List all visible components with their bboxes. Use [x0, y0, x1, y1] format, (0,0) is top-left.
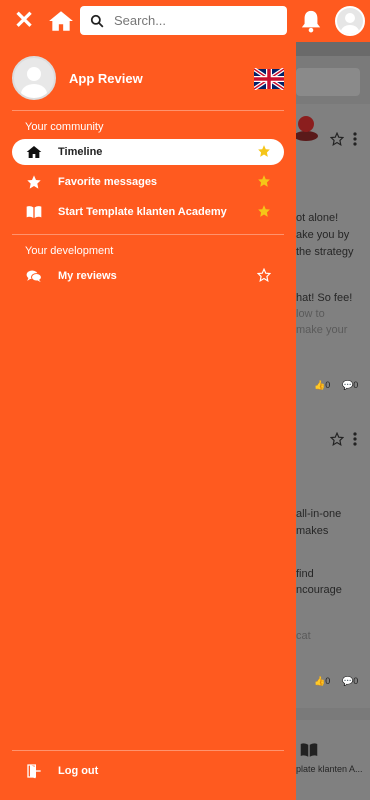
star-outline-icon[interactable] — [257, 268, 271, 282]
menu-item-favorite-messages[interactable]: Favorite messages — [12, 169, 284, 195]
uk-flag-icon[interactable] — [254, 68, 284, 90]
search-icon — [90, 14, 104, 27]
post-text-line: find — [296, 568, 314, 580]
book-icon — [300, 743, 318, 757]
post-text-line: the strategy — [296, 246, 354, 258]
logout-button[interactable]: Log out — [12, 760, 212, 784]
menu-item-label: Timeline — [58, 146, 103, 158]
star-filled-icon[interactable] — [257, 204, 271, 218]
more-vertical-icon[interactable] — [352, 132, 358, 146]
home-icon[interactable] — [48, 8, 74, 34]
more-vertical-icon[interactable] — [352, 432, 358, 446]
divider — [12, 234, 284, 235]
post-text-line: make your — [296, 324, 348, 336]
post-text-line: all-in-one — [296, 508, 342, 520]
bell-icon[interactable] — [300, 9, 322, 33]
menu-item-label: Favorite messages — [58, 176, 158, 188]
star-outline-icon[interactable] — [330, 132, 344, 146]
post-text-line: ake you by — [296, 229, 350, 241]
profile-name: App Review — [69, 71, 143, 86]
side-drawer: App Review Your community Timeline Favor… — [0, 42, 296, 800]
post-text-line: plate klanten A... — [296, 764, 363, 774]
bg-search-bar — [296, 68, 360, 96]
avatar[interactable] — [335, 6, 365, 36]
section-title-community: Your community — [25, 121, 104, 133]
profile-header[interactable]: App Review — [12, 56, 284, 102]
logout-label: Log out — [58, 765, 99, 777]
menu-item-start-template[interactable]: Start Template klanten Academy — [12, 199, 284, 225]
post-text-line: ncourage — [296, 584, 342, 596]
star-filled-icon[interactable] — [257, 144, 271, 158]
book-icon — [26, 206, 42, 218]
post-text-line: makes — [296, 525, 329, 537]
post-text-line: cat — [296, 630, 311, 642]
top-bar: ✕ — [0, 0, 370, 42]
home-icon — [26, 146, 42, 158]
close-icon[interactable]: ✕ — [12, 9, 36, 33]
menu-item-label: Start Template klanten Academy — [58, 206, 227, 218]
comment-count[interactable]: 💬0 — [342, 380, 358, 391]
menu-item-timeline[interactable]: Timeline — [12, 139, 284, 165]
user-avatar-icon — [341, 13, 359, 34]
post-text-line: hat! So fee! — [296, 292, 353, 304]
star-icon — [27, 175, 41, 189]
like-count[interactable]: 👍0 — [314, 676, 330, 687]
post-card: plate klanten A... — [296, 720, 370, 800]
post-text-line: low to — [296, 308, 325, 320]
divider — [12, 110, 284, 111]
star-outline-icon[interactable] — [330, 432, 344, 446]
post-card: all-in-one makes find ncourage cat 👍0 💬0 — [296, 408, 370, 708]
section-title-development: Your development — [25, 245, 114, 257]
comments-icon — [26, 270, 42, 283]
comment-count[interactable]: 💬0 — [342, 676, 358, 687]
like-count[interactable]: 👍0 — [314, 380, 330, 391]
bg-top-strip — [296, 42, 370, 56]
search-bar[interactable] — [80, 6, 287, 35]
post-text-line: ot alone! — [296, 212, 339, 224]
avatar[interactable] — [12, 56, 56, 100]
search-input[interactable] — [114, 13, 274, 28]
menu-item-label: My reviews — [58, 270, 117, 282]
star-filled-icon[interactable] — [257, 174, 271, 188]
post-thumbnail-icon — [294, 116, 318, 141]
logout-icon — [27, 764, 41, 779]
menu-item-my-reviews[interactable]: My reviews — [12, 263, 284, 289]
post-card: ot alone! ake you by the strategy hat! S… — [294, 104, 370, 444]
divider — [12, 750, 284, 751]
timeline-background: ot alone! ake you by the strategy hat! S… — [294, 42, 370, 800]
user-avatar-icon — [21, 67, 47, 98]
